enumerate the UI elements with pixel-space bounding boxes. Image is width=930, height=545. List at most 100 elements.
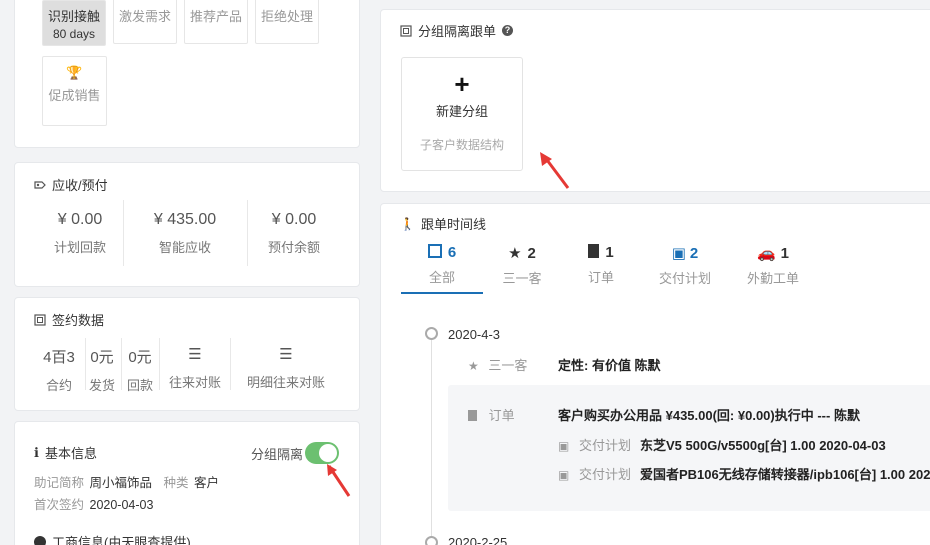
signing-value: 0元 — [128, 349, 152, 366]
person-walk-icon: 🚶 — [400, 216, 415, 231]
tab-count: 1 — [780, 245, 790, 262]
signing-reconcile[interactable]: ☰ 往来对账 — [160, 346, 230, 391]
stage-days: 80 days — [52, 27, 96, 41]
timeline-date: 2020-4-3 — [448, 327, 501, 342]
delivery-text[interactable]: 爱国者PB106无线存储转接器/ipb106[台] 1.00 2020-04-0… — [640, 464, 930, 483]
tab-field-work[interactable]: 🚗 1 外勤工单 — [733, 244, 813, 287]
document-icon — [588, 244, 600, 258]
divider — [230, 338, 231, 390]
tab-label: 外勤工单 — [746, 271, 799, 286]
receivable-planned[interactable]: ¥ 0.00 计划回款 — [40, 211, 120, 256]
star-icon: ★ — [468, 359, 479, 373]
signing-label: 发货 — [88, 378, 115, 393]
receivable-label: 计划回款 — [53, 240, 106, 255]
document-icon — [468, 410, 477, 421]
new-group-label: 新建分组 — [435, 104, 488, 119]
new-group-sub: 子客户数据结构 — [419, 138, 504, 152]
list-icon: ☰ — [279, 346, 293, 363]
group-isolation-toggle[interactable] — [305, 442, 339, 464]
divider — [247, 200, 248, 266]
tab-count: 6 — [447, 244, 457, 261]
order-row: 订单 — [468, 405, 515, 424]
toggle-knob — [319, 444, 337, 462]
help-icon[interactable]: ? — [502, 25, 514, 36]
first-sign-value: 2020-04-03 — [89, 498, 154, 512]
stage-stimulate-demand[interactable]: 激发需求 — [113, 0, 177, 44]
receivable-prepaid[interactable]: ¥ 0.00 预付余额 — [254, 211, 334, 256]
globe-icon — [34, 535, 46, 545]
signing-title: 签约数据 — [34, 310, 104, 329]
stage-handle-rejection[interactable]: 拒绝处理 — [255, 0, 319, 44]
receivable-value: ¥ 0.00 — [271, 211, 317, 228]
annotation-arrow — [540, 152, 570, 189]
order-text[interactable]: 客户购买办公用品 ¥435.00(回: ¥0.00)执行中 --- 陈默 — [558, 405, 860, 424]
receivable-label: 智能应收 — [158, 240, 211, 255]
tab-orders[interactable]: 1 订单 — [561, 244, 641, 286]
cubes-icon: ▣ — [558, 439, 570, 453]
receivable-smart[interactable]: ¥ 435.00 智能应收 — [135, 211, 235, 256]
timeline-dot — [425, 327, 438, 340]
all-icon — [427, 244, 442, 258]
tab-label: 交付计划 — [658, 271, 711, 286]
delivery-row: ▣ 交付计划 — [558, 438, 631, 453]
tab-delivery-plan[interactable]: ▣ 2 交付计划 — [645, 244, 725, 287]
signing-shipment[interactable]: 0元 发货 — [86, 346, 118, 394]
tab-label: 全部 — [428, 270, 455, 285]
frame-icon — [400, 24, 412, 37]
signing-payment[interactable]: 0元 回款 — [122, 346, 158, 394]
star-text[interactable]: 定性: 有价值 陈默 — [558, 355, 661, 374]
basic-info-title: ℹ 基本信息 — [34, 444, 97, 462]
mnemonic-row: 助记简称 周小福饰品 种类 客户 — [34, 476, 220, 490]
divider — [123, 200, 124, 266]
plus-icon: + — [454, 69, 470, 99]
delivery-row: ▣ 交付计划 — [558, 467, 631, 482]
first-sign-row: 首次签约 2020-04-03 — [34, 498, 154, 512]
stage-label: 拒绝处理 — [260, 9, 313, 24]
receivable-value: ¥ 435.00 — [153, 211, 217, 228]
car-icon: 🚗 — [756, 245, 776, 262]
delivery-text[interactable]: 东芝V5 500G/v5500g[台] 1.00 2020-04-03 — [640, 435, 886, 454]
cubes-icon: ▣ — [558, 468, 570, 482]
star-row: ★ 三一客 — [468, 358, 528, 373]
stage-label: 激发需求 — [118, 9, 171, 24]
annotation-arrow — [327, 464, 351, 497]
stage-close-sale[interactable]: 🏆 促成销售 — [42, 56, 107, 126]
signing-value: 0元 — [90, 349, 114, 366]
stage-label: 识别接触 — [47, 9, 100, 24]
group-isolation-label: 分组隔离 — [251, 447, 304, 462]
signing-contract[interactable]: 4百3 合约 — [36, 346, 82, 394]
timeline-date: 2020-2-25 — [448, 535, 508, 545]
tab-label: 订单 — [587, 270, 614, 285]
tab-label: 三一客 — [502, 271, 542, 286]
frame-icon — [34, 313, 46, 326]
signing-value: 4百3 — [43, 349, 75, 366]
signing-label: 明细往来对账 — [246, 375, 325, 390]
type-value: 客户 — [194, 476, 220, 490]
active-tab-underline — [401, 292, 483, 294]
group-isolation-title: 分组隔离跟单 ? — [400, 21, 514, 40]
new-group-button[interactable]: + 新建分组 子客户数据结构 — [401, 57, 523, 171]
tab-count: 1 — [605, 244, 614, 261]
star-icon: ★ — [508, 245, 522, 262]
timeline-title: 🚶 跟单时间线 — [400, 216, 486, 233]
stage-recommend-product[interactable]: 推荐产品 — [184, 0, 248, 44]
mnemonic-value: 周小福饰品 — [89, 476, 153, 490]
timeline-line — [431, 340, 432, 540]
trophy-icon: 🏆 — [66, 65, 83, 80]
stage-label: 促成销售 — [48, 88, 101, 103]
timeline-dot — [425, 536, 438, 545]
stage-identify-contact[interactable]: 识别接触 80 days — [42, 0, 106, 46]
tab-count: 2 — [689, 245, 699, 262]
receivable-value: ¥ 0.00 — [57, 211, 103, 228]
tab-all[interactable]: 6 全部 — [402, 244, 482, 286]
tab-sanyike[interactable]: ★ 2 三一客 — [482, 244, 562, 287]
business-info-title[interactable]: 工商信息(由天眼查提供) — [34, 532, 191, 545]
receivable-title: 应收/预付 — [34, 175, 108, 194]
signing-label: 往来对账 — [168, 375, 221, 390]
signing-detail-reconcile[interactable]: ☰ 明细往来对账 — [236, 346, 336, 391]
list-icon: ☰ — [188, 346, 202, 363]
info-icon: ℹ — [34, 444, 39, 460]
stage-label: 推荐产品 — [189, 9, 242, 24]
receivable-label: 预付余额 — [267, 240, 320, 255]
money-icon — [34, 180, 46, 189]
